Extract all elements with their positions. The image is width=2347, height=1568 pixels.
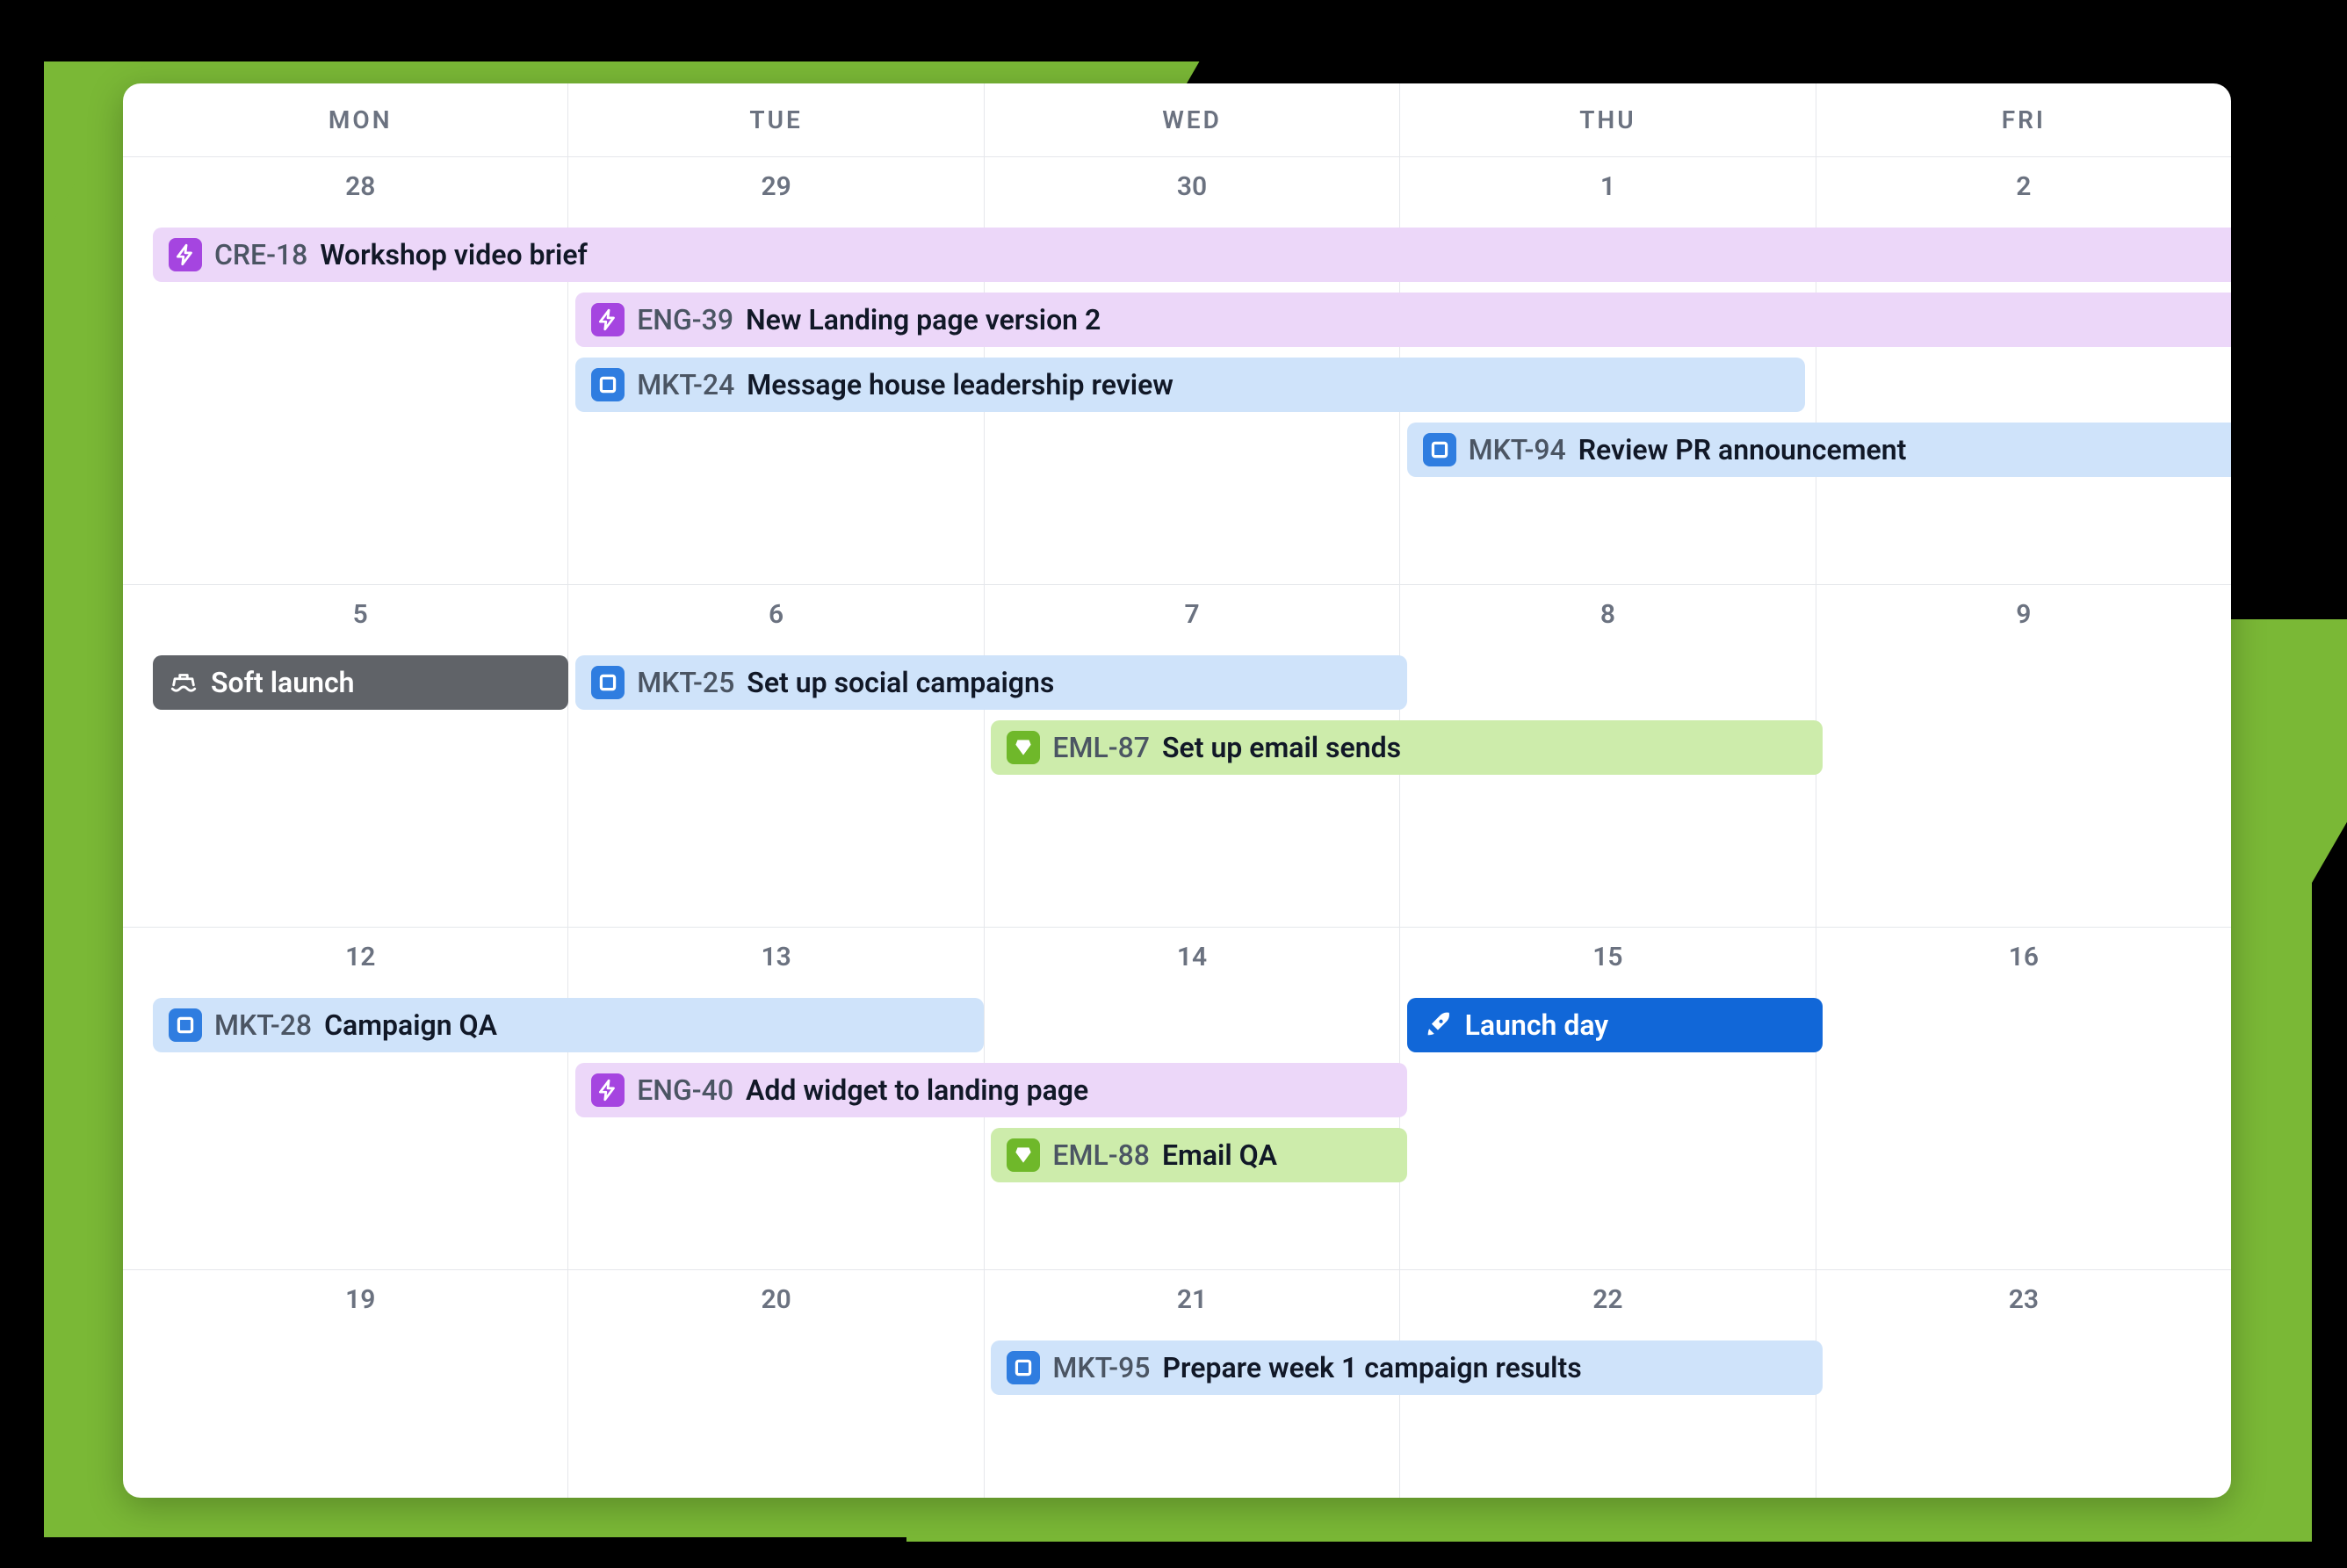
weekday-header: WED <box>984 83 1399 156</box>
event-title: Workshop video brief <box>320 238 588 271</box>
event-cre-18[interactable]: CRE-18 Workshop video brief <box>153 228 2231 282</box>
event-eng-40[interactable]: ENG-40 Add widget to landing page <box>575 1063 1406 1117</box>
event-eng-39[interactable]: ENG-39 New Landing page version 2 <box>575 293 2231 347</box>
event-title: Set up email sends <box>1162 731 1401 764</box>
event-code: MKT-24 <box>637 368 734 401</box>
event-title: Message house leadership review <box>747 368 1174 401</box>
event-title: Review PR announcement <box>1578 433 1907 466</box>
weekday-header: FRI <box>1816 83 2231 156</box>
event-title: Launch day <box>1465 1008 1609 1042</box>
weekday-header: THU <box>1399 83 1815 156</box>
event-code: MKT-25 <box>637 666 734 699</box>
square-icon <box>1007 1351 1040 1384</box>
week-row: 5 6 7 8 9 Soft launch MKT-25 <box>123 585 2231 928</box>
event-code: EML-87 <box>1052 731 1150 764</box>
square-icon <box>169 1008 202 1042</box>
rocket-icon <box>1423 1010 1453 1040</box>
event-title: Set up social campaigns <box>747 666 1054 699</box>
event-mkt-28[interactable]: MKT-28 Campaign QA <box>153 998 984 1052</box>
calendar: MON TUE WED THU FRI 28 29 30 1 2 <box>123 83 2231 1498</box>
event-eml-87[interactable]: EML-87 Set up email sends <box>991 720 1822 775</box>
weekday-header-row: MON TUE WED THU FRI <box>123 83 2231 157</box>
square-icon <box>591 368 625 401</box>
event-mkt-94[interactable]: MKT-94 Review PR announcement <box>1407 423 2231 477</box>
weeks-container: 28 29 30 1 2 CRE-18 Workshop video brief <box>123 157 2231 1498</box>
event-title: Soft launch <box>211 666 355 699</box>
event-code: MKT-94 <box>1469 433 1566 466</box>
square-icon <box>591 666 625 699</box>
event-title: Prepare week 1 campaign results <box>1163 1351 1582 1384</box>
diamond-icon <box>1007 731 1040 764</box>
event-mkt-25[interactable]: MKT-25 Set up social campaigns <box>575 655 1406 710</box>
weekday-header: TUE <box>567 83 983 156</box>
event-code: CRE-18 <box>214 238 307 271</box>
square-icon <box>1423 433 1456 466</box>
week-row: 19 20 21 22 23 MKT-95 Prepare week 1 cam… <box>123 1270 2231 1498</box>
diamond-icon <box>1007 1138 1040 1172</box>
event-mkt-24[interactable]: MKT-24 Message house leadership review <box>575 358 1805 412</box>
week-row: 28 29 30 1 2 CRE-18 Workshop video brief <box>123 157 2231 585</box>
event-mkt-95[interactable]: MKT-95 Prepare week 1 campaign results <box>991 1340 1822 1395</box>
lightning-icon <box>591 1073 625 1107</box>
lightning-icon <box>591 303 625 336</box>
lightning-icon <box>169 238 202 271</box>
ship-icon <box>169 668 199 697</box>
event-code: MKT-28 <box>214 1008 312 1042</box>
event-code: MKT-95 <box>1052 1351 1150 1384</box>
event-launch-day[interactable]: Launch day <box>1407 998 1823 1052</box>
calendar-card: MON TUE WED THU FRI 28 29 30 1 2 <box>123 83 2231 1498</box>
event-code: ENG-40 <box>637 1073 733 1107</box>
event-soft-launch[interactable]: Soft launch <box>153 655 568 710</box>
event-eml-88[interactable]: EML-88 Email QA <box>991 1128 1406 1182</box>
week-row: 12 13 14 15 16 MKT-28 Campaign QA <box>123 928 2231 1270</box>
event-title: Email QA <box>1162 1138 1277 1172</box>
event-title: Add widget to landing page <box>746 1073 1088 1107</box>
event-title: New Landing page version 2 <box>746 303 1101 336</box>
event-title: Campaign QA <box>324 1008 497 1042</box>
event-code: EML-88 <box>1052 1138 1150 1172</box>
weekday-header: MON <box>153 83 567 156</box>
event-code: ENG-39 <box>637 303 733 336</box>
